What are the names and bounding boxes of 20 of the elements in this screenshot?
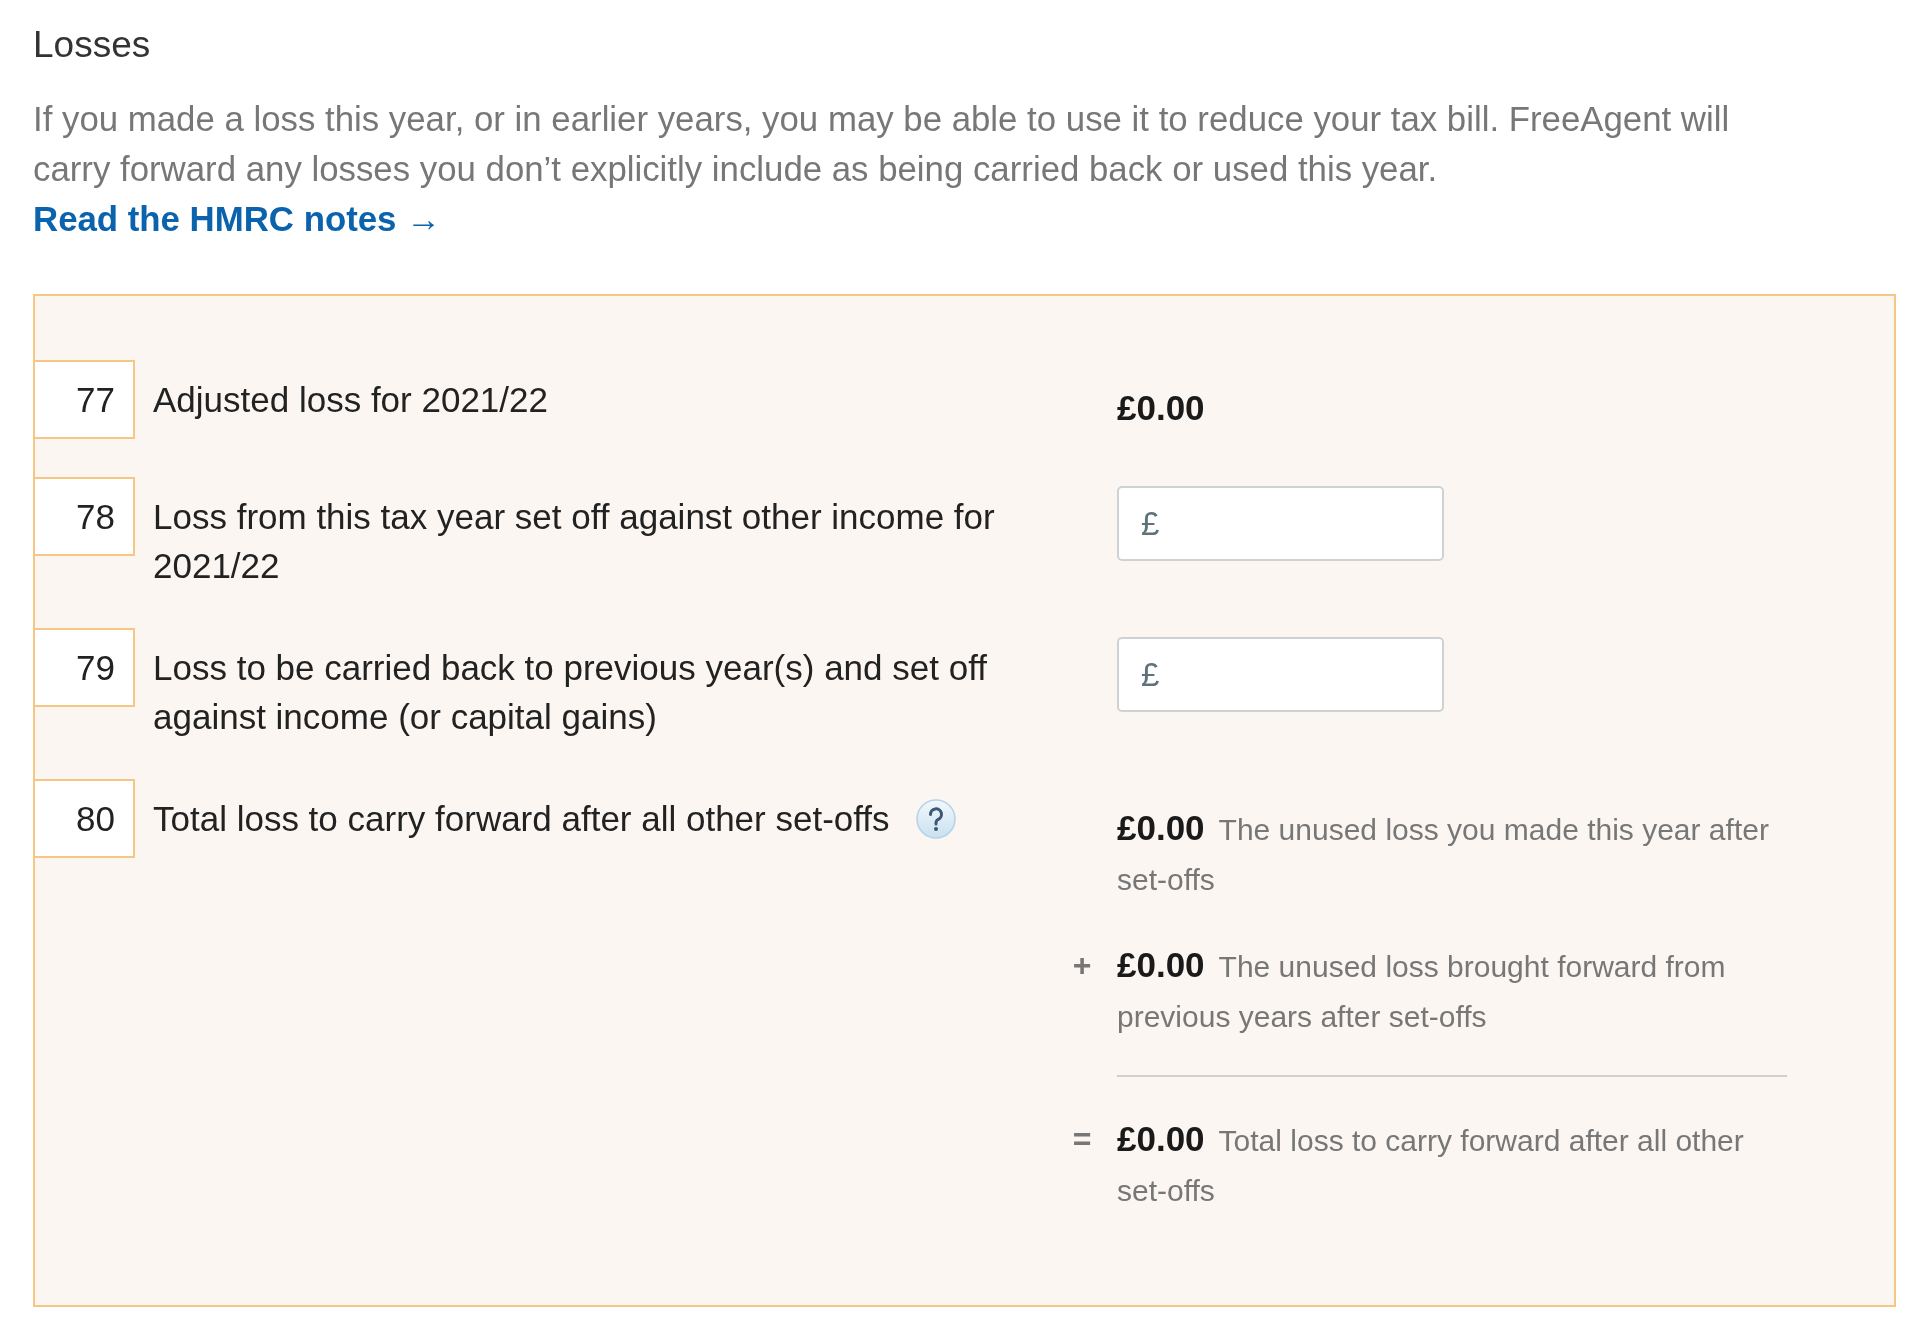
intro-paragraph: If you made a loss this year, or in earlier years, you may be able to use it to reduce your tax bill. FreeAgent will carry forward any losses you don’t explicitly include as being carried back or used this year. Read the HMRC notes → — [33, 98, 1731, 240]
operator-sign: + — [1072, 946, 1092, 985]
notes-link[interactable]: Read the HMRC notes → — [33, 199, 441, 238]
box-number: 78 — [33, 477, 135, 556]
section-title: Losses — [33, 23, 151, 67]
box-number: 77 — [33, 360, 135, 439]
amount-input[interactable]: £ — [1117, 486, 1444, 561]
amount-input[interactable]: £ — [1117, 637, 1444, 712]
row-label: Total loss to carry forward after all other set-offs — [153, 799, 890, 838]
amount-value: £0.00 — [1117, 388, 1205, 427]
summary-line: £0.00 The unused loss brought forward from previous years after set-offs — [1117, 944, 1727, 1035]
row-label: Loss from this tax year set off against other income for 2021/22 — [153, 497, 995, 585]
operator-sign: = — [1072, 1120, 1092, 1159]
help-icon[interactable] — [915, 799, 956, 839]
box-number: 79 — [33, 628, 135, 707]
row-label: Loss to be carried back to previous year(s) and set off against income (or capital gains) — [153, 648, 987, 736]
row-label: Adjusted loss for 2021/22 — [153, 380, 548, 419]
box-number: 80 — [33, 779, 135, 858]
summary-line: £0.00 The unused loss you made this year after set-offs — [1117, 807, 1770, 898]
summary-line: £0.00 Total loss to carry forward after all other set-offs — [1117, 1118, 1745, 1209]
